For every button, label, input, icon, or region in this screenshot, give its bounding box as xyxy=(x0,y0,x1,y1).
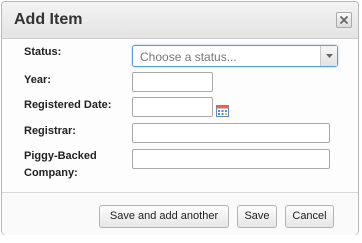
registered-date-input[interactable] xyxy=(132,97,213,117)
piggy-backed-label-line1: Piggy-Backed xyxy=(24,150,97,162)
save-button[interactable]: Save xyxy=(237,205,277,228)
add-item-dialog: Add Item Status: Choose a status... Year… xyxy=(1,1,359,235)
status-label: Status: xyxy=(24,46,62,58)
piggy-backed-label-line2: Company: xyxy=(24,167,78,179)
registered-date-label: Registered Date: xyxy=(24,99,112,111)
dialog-footer: Save and add another Save Cancel xyxy=(2,192,358,235)
chevron-down-icon xyxy=(326,54,333,58)
calendar-icon[interactable] xyxy=(216,104,229,117)
registrar-input[interactable] xyxy=(132,123,330,143)
dialog-title: Add Item xyxy=(14,11,83,28)
save-and-add-another-button[interactable]: Save and add another xyxy=(99,205,229,228)
status-select[interactable]: Choose a status... xyxy=(132,45,338,67)
cancel-button[interactable]: Cancel xyxy=(285,205,334,228)
year-label: Year: xyxy=(24,74,51,86)
year-input[interactable] xyxy=(132,72,213,92)
piggy-backed-company-input[interactable] xyxy=(132,149,330,169)
piggy-backed-company-label: Piggy-Backed Company: xyxy=(24,148,97,182)
status-dropdown-button[interactable] xyxy=(320,46,337,66)
status-select-value: Choose a status... xyxy=(140,50,237,64)
registrar-label: Registrar: xyxy=(24,125,76,137)
close-icon xyxy=(340,16,348,24)
close-button[interactable] xyxy=(336,12,352,28)
dialog-titlebar[interactable]: Add Item xyxy=(2,2,358,39)
